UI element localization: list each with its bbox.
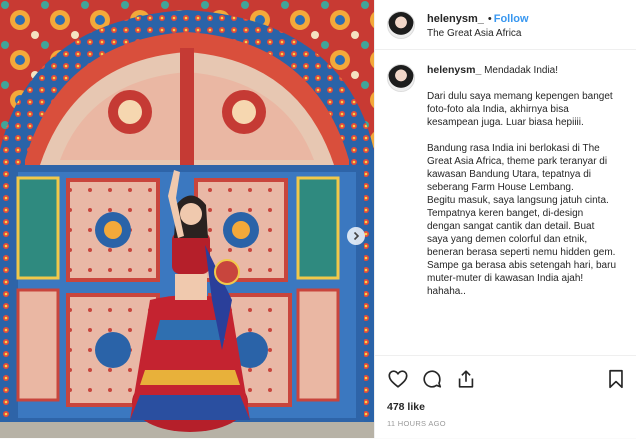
- post-photo[interactable]: [0, 0, 374, 438]
- caption-username[interactable]: helenysm_: [427, 64, 481, 76]
- post-timestamp[interactable]: 11 HOURS AGO: [375, 413, 636, 428]
- caption-title: Mendadak India!: [484, 65, 559, 76]
- bookmark-icon[interactable]: [605, 368, 627, 390]
- caption-text: helenysm_ Mendadak India! Dari dulu saya…: [427, 64, 617, 298]
- post-sidebar: helenysm_ • Follow The Great Asia Africa h…: [374, 0, 636, 438]
- post-caption: helenysm_ Mendadak India! Dari dulu saya…: [375, 50, 636, 298]
- post-header: helenysm_ • Follow The Great Asia Africa: [375, 0, 636, 50]
- comment-icon[interactable]: [421, 368, 443, 390]
- caption-paragraph-1: Dari dulu saya memang kepengen banget fo…: [427, 91, 613, 128]
- header-info: helenysm_ • Follow The Great Asia Africa: [427, 8, 529, 41]
- heart-icon[interactable]: [387, 368, 409, 390]
- header-separator: •: [487, 13, 492, 26]
- instagram-post: helenysm_ • Follow The Great Asia Africa h…: [0, 0, 636, 438]
- follow-button[interactable]: Follow: [494, 13, 529, 25]
- chevron-right-icon: [353, 231, 360, 241]
- action-icons: [375, 356, 636, 392]
- caption-paragraph-3: Begitu masuk, saya langsung jatuh cinta.…: [427, 195, 617, 297]
- caption-paragraph-2: Bandung rasa India ini berlokasi di The …: [427, 143, 608, 193]
- avatar[interactable]: [387, 10, 415, 39]
- share-icon[interactable]: [455, 368, 477, 390]
- next-photo-button[interactable]: [347, 227, 365, 245]
- post-actions: 478 like 11 HOURS AGO: [375, 355, 636, 439]
- location-link[interactable]: The Great Asia Africa: [427, 28, 529, 41]
- likes-count[interactable]: 478 like: [375, 392, 636, 413]
- caption-avatar[interactable]: [387, 64, 415, 92]
- header-username[interactable]: helenysm_: [427, 13, 484, 25]
- post-photo-illustration: [0, 0, 374, 438]
